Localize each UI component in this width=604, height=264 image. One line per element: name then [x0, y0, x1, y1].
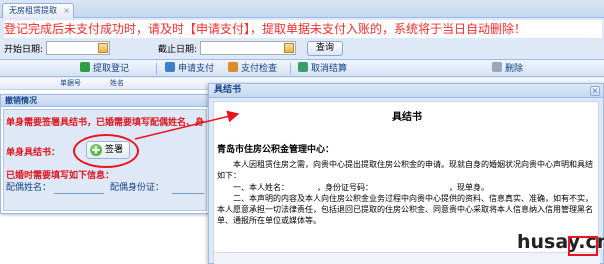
document-addressee: 青岛市住房公积金管理中心：: [217, 145, 335, 155]
spouse-id-input[interactable]: [172, 184, 204, 194]
register-withdrawal-button[interactable]: 提取登记: [80, 62, 129, 76]
document-paragraph: 二、本声明的内容及本人向住房公积金业务过程中向贵中心提供的资料、信息真实、准确，…: [217, 194, 593, 225]
spouse-id-label: 配偶身份证：: [110, 183, 165, 193]
delete-icon: [492, 62, 502, 72]
window-title: 撤销情况: [1, 95, 209, 107]
revocation-window: 撤销情况 单身需要签署具结书，已婚需要填写配偶姓名、身 单身具结书： 签署 已婚…: [0, 94, 210, 214]
cancel-icon: [298, 62, 308, 72]
calendar-icon[interactable]: [98, 43, 108, 53]
payment-icon: [165, 62, 175, 72]
toolbar-label: 支付检查: [241, 64, 278, 74]
add-icon: [80, 62, 90, 72]
document-paragraph: 一、本人姓名： ，身份证号码： ，现单身。: [233, 183, 489, 192]
search-row: 开始日期: 截止日期: 查询: [0, 39, 604, 57]
end-date-label: 截止日期:: [158, 45, 198, 55]
tab-rental-withdrawal[interactable]: 无房租赁提取 ×: [2, 3, 74, 18]
grid-column-header[interactable]: 姓名: [110, 78, 124, 88]
document-paragraph: 本人因租赁住房之需，向贵中心提出提取住房公积金的申请。现就自身的婚姻状况向贵中心…: [217, 160, 593, 180]
tab-bar: 无房租赁提取 ×: [0, 0, 604, 18]
query-button[interactable]: 查询: [307, 41, 343, 56]
revocation-fieldset: 单身需要签署具结书，已婚需要填写配偶姓名、身 单身具结书： 签署 已婚时需要填写…: [3, 109, 207, 211]
start-date-label: 开始日期:: [4, 45, 44, 55]
spouse-name-input[interactable]: [54, 184, 104, 194]
toolbar-label: 申请支付: [178, 64, 215, 74]
payment-check-button[interactable]: 支付检查: [228, 62, 277, 76]
spouse-name-label: 配偶姓名：: [6, 183, 52, 193]
delete-button[interactable]: 删除: [492, 62, 523, 76]
annotation-ellipse: [73, 134, 139, 168]
check-icon: [228, 62, 238, 72]
toolbar-divider: [290, 63, 291, 75]
payment-notice: 登记完成后未支付成功时，请及时【申请支付】，提取单据未支付入账的，系统将于当日自…: [4, 20, 602, 38]
toolbar-label: 取消结算: [311, 64, 348, 74]
start-date-input[interactable]: [46, 41, 110, 55]
window-title: 具结书: [209, 84, 603, 98]
calendar-icon[interactable]: [284, 43, 294, 53]
document-title: 具结书: [392, 112, 422, 123]
tab-label: 无房租赁提取: [9, 6, 57, 15]
apply-payment-button[interactable]: 申请支付: [165, 62, 214, 76]
close-icon[interactable]: ×: [590, 86, 600, 96]
toolbar-label: 删除: [505, 64, 524, 74]
cancel-settlement-button[interactable]: 取消结算: [298, 62, 347, 76]
toolbar-label: 提取登记: [93, 64, 130, 74]
watermark-highlight-box: [568, 236, 598, 256]
toolbar-divider: [156, 63, 157, 75]
end-date-input[interactable]: [200, 41, 296, 55]
toolbar: 提取登记 申请支付 支付检查 取消结算 删除: [0, 59, 604, 77]
grid-column-header[interactable]: 单据号: [60, 78, 81, 88]
instruction-text: 单身需要签署具结书，已婚需要填写配偶姓名、身: [6, 118, 205, 128]
tab-close-icon[interactable]: ×: [63, 4, 70, 17]
single-declaration-label: 单身具结书：: [6, 148, 61, 158]
